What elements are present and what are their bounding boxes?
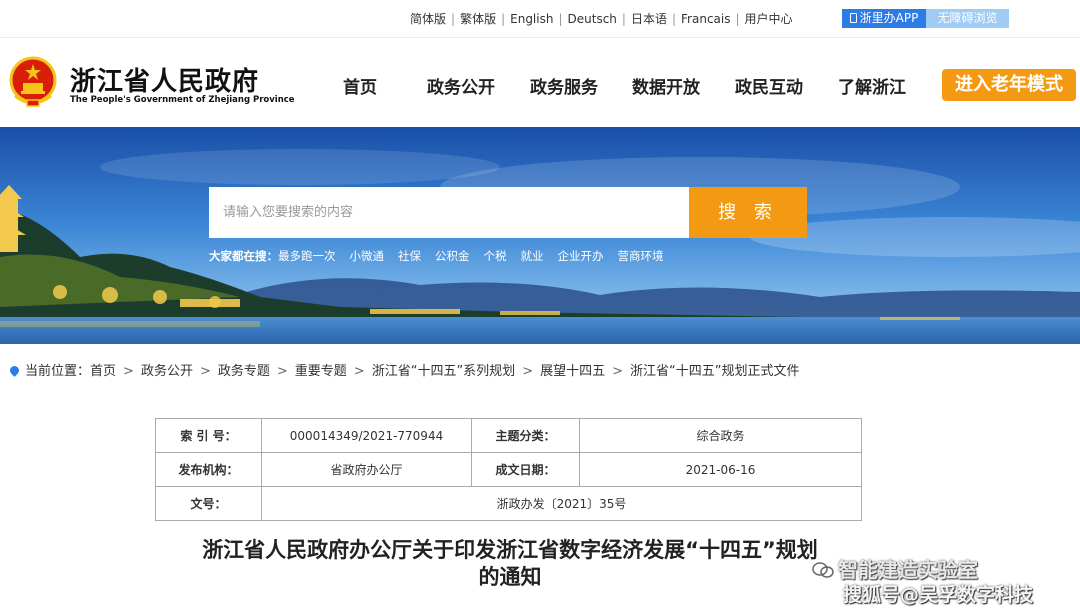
location-pin-icon: [8, 364, 21, 377]
chevron-right-icon: >: [612, 364, 624, 379]
accessibility-button[interactable]: 无障碍浏览: [926, 9, 1009, 28]
breadcrumb: 当前位置：首页 > 政务公开 > 政务专题 > 重要专题 > 浙江省“十四五”系列规划 > 展望十四…: [8, 360, 800, 379]
phone-icon: [849, 13, 857, 23]
table-row: 发布机构： 省政府办公厅 成文日期： 2021-06-16: [155, 452, 862, 487]
breadcrumb-item[interactable]: 政务公开: [141, 364, 193, 379]
hot-keyword-link[interactable]: 个税: [484, 249, 507, 263]
separator: |: [621, 12, 626, 26]
topic-label: 主题分类：: [471, 418, 580, 453]
language-links: 简体版 | 繁体版 | English | Deutsch | 日本语 | Francais | 用户中…: [410, 10, 793, 27]
document-title-line2: 的通知: [478, 565, 542, 589]
hot-keyword-link[interactable]: 营商环境: [618, 249, 664, 263]
separator: |: [558, 12, 563, 26]
table-row: 索 引 号： 000014349/2021-770944 主题分类： 综合政务: [155, 418, 862, 453]
separator: |: [735, 12, 740, 26]
date-label: 成文日期：: [471, 452, 580, 487]
hot-keyword-link[interactable]: 公积金: [435, 249, 470, 263]
elder-mode-button[interactable]: 进入老年模式: [942, 69, 1076, 101]
nav-home[interactable]: 首页: [343, 73, 377, 98]
user-center-link[interactable]: 用户中心: [745, 12, 793, 26]
nav-government-affairs[interactable]: 政务公开: [427, 73, 495, 98]
chevron-right-icon: >: [353, 364, 365, 379]
issuer-value: 省政府办公厅: [261, 452, 472, 487]
lang-simplified-link[interactable]: 简体版: [410, 12, 446, 26]
hot-keyword-link[interactable]: 最多跑一次: [278, 249, 336, 263]
hot-keyword-link[interactable]: 社保: [398, 249, 421, 263]
hot-keyword-link[interactable]: 就业: [521, 249, 544, 263]
chevron-right-icon: >: [276, 364, 288, 379]
lang-traditional-link[interactable]: 繁体版: [460, 12, 496, 26]
search-input[interactable]: [209, 187, 689, 238]
document-title-line1: 浙江省人民政府办公厅关于印发浙江省数字经济发展“十四五”规划: [202, 538, 818, 562]
separator: |: [501, 12, 506, 26]
lang-french-link[interactable]: Francais: [681, 12, 730, 26]
breadcrumb-item[interactable]: 展望十四五: [540, 364, 605, 379]
lang-english-link[interactable]: English: [510, 12, 553, 26]
watermark-text: 智能建造实验室: [838, 558, 978, 582]
nav-government-services[interactable]: 政务服务: [530, 73, 598, 98]
nav-about-zhejiang[interactable]: 了解浙江: [838, 73, 906, 98]
hot-keyword-link[interactable]: 企业开办: [558, 249, 604, 263]
watermark-line2: 搜狐号@吴孚数字科技: [843, 584, 1034, 606]
breadcrumb-item[interactable]: 首页: [90, 364, 116, 379]
nav-open-data[interactable]: 数据开放: [632, 73, 700, 98]
hot-keyword-link[interactable]: 小微通: [350, 249, 385, 263]
hot-searches: 大家都在搜：最多跑一次 小微通 社保 公积金 个税 就业 企业开办 营商环境: [209, 248, 678, 264]
breadcrumb-label: 当前位置：: [25, 364, 91, 379]
site-header: 浙江省人民政府 The People's Government of Zheji…: [0, 39, 1080, 127]
national-emblem-icon[interactable]: [9, 56, 57, 108]
zheliban-app-button[interactable]: 浙里办APP: [842, 9, 926, 28]
chevron-right-icon: >: [522, 364, 534, 379]
separator: |: [451, 12, 456, 26]
date-value: 2021-06-16: [579, 452, 862, 487]
breadcrumb-item[interactable]: 重要专题: [295, 364, 347, 379]
app-button-label: 浙里办APP: [859, 11, 919, 25]
site-title[interactable]: 浙江省人民政府: [70, 61, 259, 98]
issuer-label: 发布机构：: [155, 452, 262, 487]
index-label: 索 引 号：: [155, 418, 262, 453]
document-info-table: 索 引 号： 000014349/2021-770944 主题分类： 综合政务 …: [155, 418, 862, 521]
index-value: 000014349/2021-770944: [261, 418, 472, 453]
lang-japanese-link[interactable]: 日本语: [631, 12, 667, 26]
separator: |: [671, 12, 677, 26]
chevron-right-icon: >: [123, 364, 134, 379]
watermark-line1: 智能建造实验室: [812, 554, 978, 583]
wechat-icon: [812, 562, 834, 578]
breadcrumb-item[interactable]: 政务专题: [218, 364, 270, 379]
top-utility-bar: 简体版 | 繁体版 | English | Deutsch | 日本语 | Francais | 用户中…: [0, 0, 1080, 38]
hero-banner: 搜 索 大家都在搜：最多跑一次小微通社保公积金个税就业企业开办营商环境: [0, 127, 1080, 344]
docno-value: 浙政办发〔2021〕35号: [261, 486, 862, 521]
docno-label: 文号：: [155, 486, 262, 521]
breadcrumb-item[interactable]: 浙江省“十四五”系列规划: [372, 364, 515, 379]
table-row: 文号： 浙政办发〔2021〕35号: [155, 486, 862, 521]
nav-interaction[interactable]: 政民互动: [735, 73, 803, 98]
site-subtitle: The People's Government of Zhejiang Prov…: [70, 95, 295, 105]
search-button[interactable]: 搜 索: [689, 187, 807, 238]
lang-german-link[interactable]: Deutsch: [568, 12, 617, 26]
chevron-right-icon: >: [199, 364, 211, 379]
breadcrumb-item[interactable]: 浙江省“十四五”规划正式文件: [630, 364, 799, 379]
topic-value: 综合政务: [579, 418, 862, 453]
hot-searches-label: 大家都在搜：: [209, 249, 278, 263]
document-title: 浙江省人民政府办公厅关于印发浙江省数字经济发展“十四五”规划 的通知: [150, 537, 870, 591]
